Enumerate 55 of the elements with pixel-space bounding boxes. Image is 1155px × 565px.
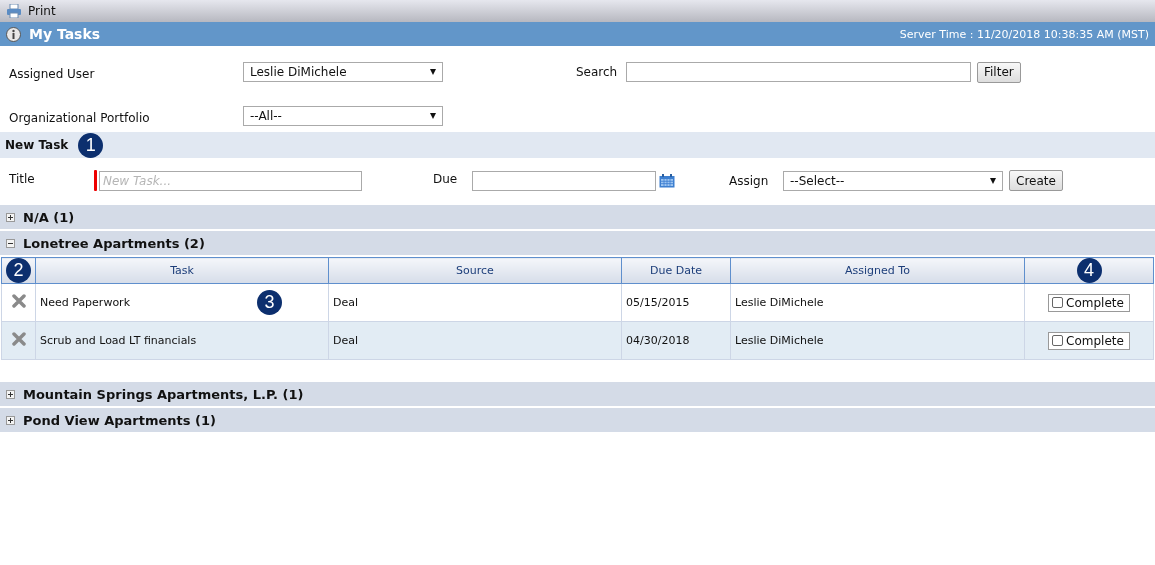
field-label: Title bbox=[9, 171, 36, 186]
complete-button[interactable]: Complete bbox=[1048, 331, 1130, 350]
caret-icon bbox=[430, 113, 436, 119]
table-cell: Deal bbox=[333, 334, 359, 347]
toggle-icon[interactable] bbox=[6, 415, 15, 425]
toggle-icon[interactable] bbox=[6, 238, 15, 248]
column-header: Assigned To bbox=[730, 257, 1025, 284]
portfolio-dropdown[interactable]: --All-- bbox=[243, 106, 443, 126]
field-label: Assign bbox=[729, 173, 770, 188]
toggle-icon[interactable] bbox=[6, 389, 15, 399]
due-date-field[interactable] bbox=[472, 170, 656, 191]
filter-button[interactable]: Filter bbox=[977, 61, 1021, 83]
server-time: Server Time : 11/20/2018 10:38:35 AM (MST) bbox=[899, 27, 1149, 41]
table-cell: 05/15/2015 bbox=[626, 296, 690, 309]
required-marker bbox=[94, 170, 97, 191]
assigned-user-dropdown[interactable]: Leslie DiMichele bbox=[243, 62, 443, 82]
create-button[interactable]: Create bbox=[1009, 170, 1063, 191]
field-label: Assigned User bbox=[9, 66, 96, 81]
callout-marker: 2 bbox=[6, 258, 31, 283]
toggle-icon[interactable] bbox=[6, 212, 15, 222]
table-cell: 04/30/2018 bbox=[626, 334, 690, 347]
field-label: Search bbox=[576, 65, 619, 79]
table-cell: Leslie DiMichele bbox=[735, 334, 824, 347]
calendar-icon[interactable] bbox=[659, 173, 675, 188]
table-cell: Deal bbox=[333, 296, 359, 309]
table-cell: Leslie DiMichele bbox=[735, 296, 824, 309]
assign-dropdown[interactable]: --Select-- bbox=[783, 170, 1003, 191]
table-cell: Need Paperwork bbox=[40, 296, 130, 309]
table-cell: Scrub and Load LT financials bbox=[40, 334, 197, 347]
field-label: Organizational Portfolio bbox=[9, 110, 151, 125]
checkbox[interactable] bbox=[1052, 335, 1064, 346]
field-label: Due bbox=[433, 171, 459, 186]
group-header[interactable]: Pond View Apartments (1) bbox=[0, 408, 1155, 432]
column-header: Due Date bbox=[621, 257, 731, 284]
print-button[interactable]: Print bbox=[6, 4, 56, 18]
group-header[interactable]: Lonetree Apartments (2) bbox=[0, 231, 1155, 255]
callout-marker: 3 bbox=[257, 290, 282, 315]
printer-icon bbox=[6, 4, 22, 18]
section-heading: New Task bbox=[5, 138, 69, 152]
info-icon bbox=[6, 26, 21, 42]
page-title: My Tasks bbox=[29, 26, 101, 42]
group-header[interactable]: Mountain Springs Apartments, L.P. (1) bbox=[0, 382, 1155, 406]
title-field[interactable]: New Task... bbox=[99, 170, 362, 191]
column-header: Task bbox=[35, 257, 329, 284]
column-header: Source bbox=[328, 257, 622, 284]
caret-icon bbox=[990, 177, 996, 184]
complete-button[interactable]: Complete bbox=[1048, 293, 1130, 312]
delete-icon[interactable] bbox=[11, 294, 26, 308]
search-field[interactable] bbox=[626, 62, 971, 82]
caret-icon bbox=[430, 69, 436, 75]
callout-marker: 4 bbox=[1076, 258, 1102, 283]
checkbox[interactable] bbox=[1052, 297, 1064, 308]
callout-marker: 1 bbox=[78, 132, 104, 158]
group-header[interactable]: N/A (1) bbox=[0, 205, 1155, 229]
delete-icon[interactable] bbox=[11, 332, 26, 346]
